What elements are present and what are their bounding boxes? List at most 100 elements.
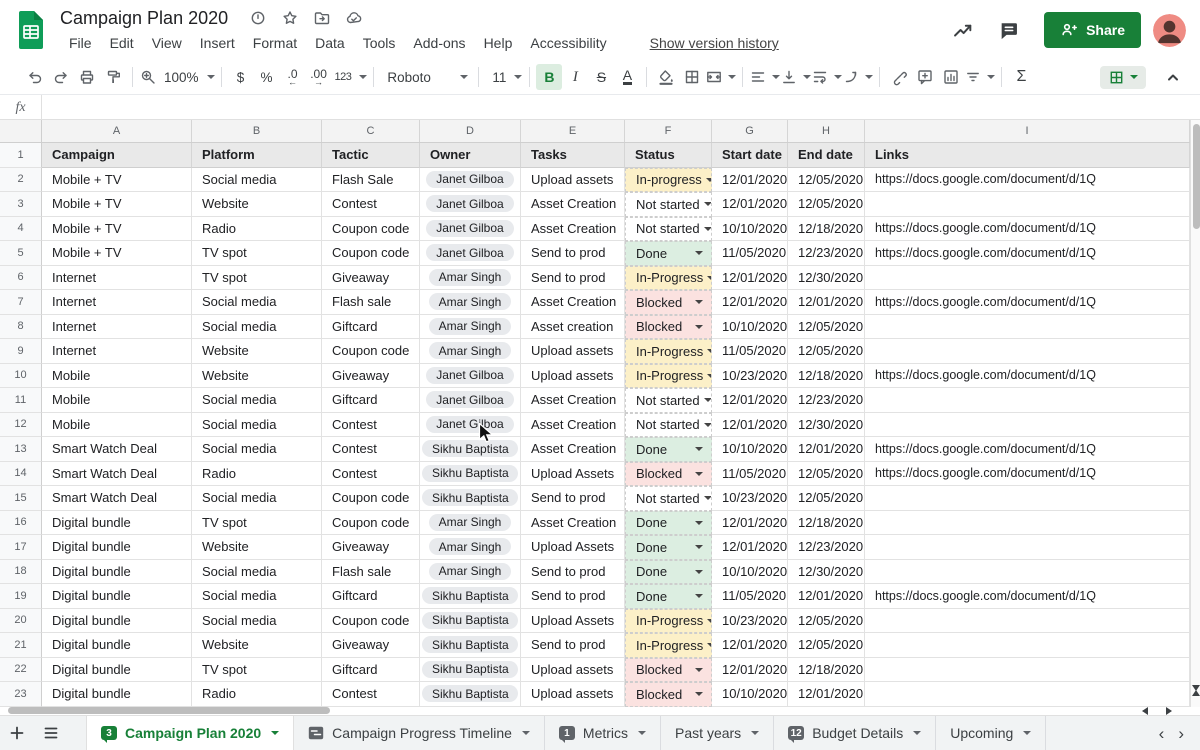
insert-chart-button[interactable] [938, 64, 964, 90]
cell-link[interactable] [865, 560, 1190, 585]
cell-tactic[interactable]: Giftcard [322, 388, 420, 413]
cell-platform[interactable]: TV spot [192, 241, 322, 266]
column-header-E[interactable]: E [521, 120, 625, 142]
redo-button[interactable] [48, 64, 74, 90]
row-number[interactable]: 13 [0, 437, 42, 462]
sheet-tab-past-years[interactable]: Past years [661, 716, 774, 750]
cell-tactic[interactable]: Giftcard [322, 315, 420, 340]
cell-campaign[interactable]: Internet [42, 315, 192, 340]
cell-end[interactable]: 12/23/2020 [788, 388, 865, 413]
sheets-logo-icon[interactable] [16, 10, 46, 50]
header-cell-status[interactable]: Status [625, 143, 712, 168]
cell-end[interactable]: 12/30/2020 [788, 560, 865, 585]
vertical-scrollbar-thumb[interactable] [1193, 124, 1200, 229]
horizontal-scrollbar[interactable] [0, 707, 1200, 716]
cell-link[interactable] [865, 266, 1190, 291]
strikethrough-button[interactable]: S [588, 64, 614, 90]
cell-task[interactable]: Asset Creation [521, 413, 625, 438]
tabs-scroll-left[interactable]: ‹ [1159, 725, 1165, 742]
horizontal-scrollbar-thumb[interactable] [8, 707, 330, 714]
header-cell-owner[interactable]: Owner [420, 143, 521, 168]
header-cell-start-date[interactable]: Start date [712, 143, 788, 168]
cell-link[interactable] [865, 339, 1190, 364]
cell-start[interactable]: 11/05/2020 [712, 241, 788, 266]
version-history-link[interactable]: Show version history [650, 35, 779, 51]
paint-format-button[interactable] [100, 64, 126, 90]
cell-platform[interactable]: Social media [192, 315, 322, 340]
cell-end[interactable]: 12/01/2020 [788, 584, 865, 609]
cell-task[interactable]: Upload Assets [521, 609, 625, 634]
header-cell-campaign[interactable]: Campaign [42, 143, 192, 168]
status-dropdown[interactable]: Blocked [625, 658, 712, 683]
status-dropdown[interactable]: Done [625, 241, 712, 266]
cell-end[interactable]: 12/01/2020 [788, 682, 865, 707]
cell-task[interactable]: Send to prod [521, 633, 625, 658]
menu-data[interactable]: Data [306, 33, 354, 53]
cell-link[interactable] [865, 682, 1190, 707]
cell-link[interactable]: https://docs.google.com/document/d/1Q [865, 462, 1190, 487]
menu-accessibility[interactable]: Accessibility [521, 33, 615, 53]
add-sheet-button[interactable] [0, 716, 34, 750]
cell-owner[interactable]: Amar Singh [420, 315, 521, 340]
cell-start[interactable]: 10/10/2020 [712, 560, 788, 585]
cell-owner[interactable]: Amar Singh [420, 511, 521, 536]
row-number[interactable]: 14 [0, 462, 42, 487]
cell-campaign[interactable]: Digital bundle [42, 609, 192, 634]
cell-start[interactable]: 10/10/2020 [712, 315, 788, 340]
merge-cells-button[interactable] [705, 64, 736, 90]
row-number[interactable]: 18 [0, 560, 42, 585]
cell-tactic[interactable]: Contest [322, 437, 420, 462]
cell-start[interactable]: 12/01/2020 [712, 658, 788, 683]
row-number[interactable]: 1 [0, 143, 42, 168]
cell-tactic[interactable]: Giftcard [322, 658, 420, 683]
cell-campaign[interactable]: Mobile [42, 364, 192, 389]
column-header-A[interactable]: A [42, 120, 192, 142]
zoom-control[interactable]: 100% [139, 64, 215, 90]
cell-link[interactable]: https://docs.google.com/document/d/1Q [865, 364, 1190, 389]
cell-start[interactable]: 10/23/2020 [712, 609, 788, 634]
scroll-up-arrow[interactable] [1192, 673, 1200, 681]
fill-color-button[interactable] [653, 64, 679, 90]
cell-owner[interactable]: Janet Gilboa [420, 388, 521, 413]
cell-start[interactable]: 12/01/2020 [712, 192, 788, 217]
cell-owner[interactable]: Janet Gilboa [420, 168, 521, 193]
sheet-tab-metrics[interactable]: 1Metrics [545, 716, 661, 750]
row-number[interactable]: 2 [0, 168, 42, 193]
cell-task[interactable]: Upload Assets [521, 462, 625, 487]
collapse-toolbar-button[interactable] [1160, 64, 1186, 90]
cell-campaign[interactable]: Mobile [42, 413, 192, 438]
cell-start[interactable]: 12/01/2020 [712, 511, 788, 536]
cell-end[interactable]: 12/18/2020 [788, 217, 865, 242]
cell-platform[interactable]: Radio [192, 462, 322, 487]
sheet-tab-upcoming[interactable]: Upcoming [936, 716, 1046, 750]
status-dropdown[interactable]: In-Progress [625, 364, 712, 389]
trend-explore-icon[interactable] [952, 19, 974, 41]
menu-tools[interactable]: Tools [354, 33, 405, 53]
cell-platform[interactable]: TV spot [192, 511, 322, 536]
row-number[interactable]: 6 [0, 266, 42, 291]
cell-task[interactable]: Upload assets [521, 364, 625, 389]
column-header-C[interactable]: C [322, 120, 420, 142]
cell-end[interactable]: 12/30/2020 [788, 413, 865, 438]
font-size-select[interactable]: 11 [485, 70, 523, 85]
cloud-status-icon[interactable] [345, 9, 363, 27]
cell-owner[interactable]: Janet Gilboa [420, 241, 521, 266]
format-percent-button[interactable]: % [254, 64, 280, 90]
cell-platform[interactable]: Website [192, 535, 322, 560]
header-cell-tactic[interactable]: Tactic [322, 143, 420, 168]
cell-owner[interactable]: Sikhu Baptista [420, 682, 521, 707]
cell-platform[interactable]: Social media [192, 437, 322, 462]
row-number[interactable]: 12 [0, 413, 42, 438]
cell-platform[interactable]: Social media [192, 609, 322, 634]
cell-end[interactable]: 12/01/2020 [788, 290, 865, 315]
cell-task[interactable]: Upload assets [521, 658, 625, 683]
cell-owner[interactable]: Janet Gilboa [420, 413, 521, 438]
menu-insert[interactable]: Insert [191, 33, 244, 53]
tabs-scroll-right[interactable]: › [1178, 725, 1184, 742]
cell-owner[interactable]: Amar Singh [420, 560, 521, 585]
cell-end[interactable]: 12/18/2020 [788, 658, 865, 683]
cell-owner[interactable]: Amar Singh [420, 290, 521, 315]
select-all-corner[interactable] [0, 120, 42, 142]
cell-start[interactable]: 10/10/2020 [712, 682, 788, 707]
cell-tactic[interactable]: Giftcard [322, 584, 420, 609]
